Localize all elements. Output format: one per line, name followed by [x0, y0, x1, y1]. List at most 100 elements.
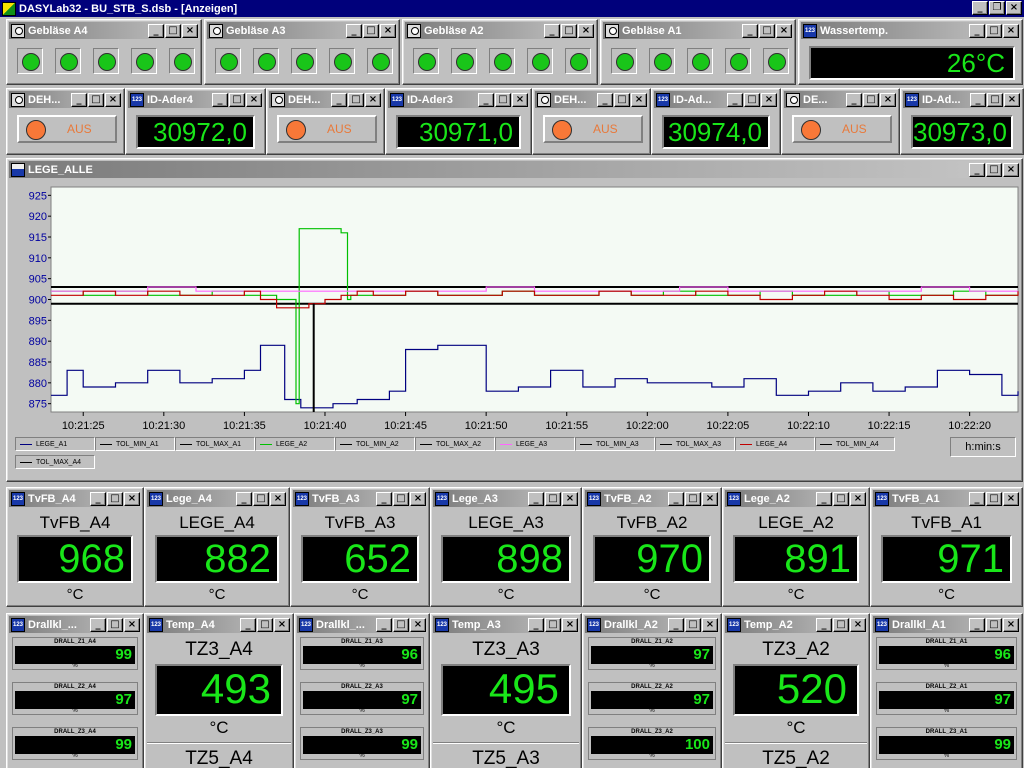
- maximize-button[interactable]: □: [257, 617, 273, 632]
- minimize-button[interactable]: _: [90, 491, 106, 506]
- close-button[interactable]: ×: [578, 23, 594, 38]
- drall-window-5[interactable]: Drallkl_A2_□×DRALL_Z1_A297%DRALL_Z2_A297…: [582, 613, 722, 768]
- module-icon[interactable]: [435, 491, 449, 506]
- id-ader-window-4-titlebar[interactable]: ID-Ader3 _□×: [388, 91, 529, 108]
- deh-status-button[interactable]: AUS: [17, 115, 117, 143]
- minimize-button[interactable]: _: [71, 92, 87, 107]
- water-temp-window[interactable]: Wassertemp. _□× 26°C: [798, 19, 1023, 85]
- close-button[interactable]: ×: [365, 92, 381, 107]
- legend-entry[interactable]: LEGE_A1: [15, 437, 95, 451]
- maximize-button[interactable]: □: [986, 617, 1002, 632]
- maximize-button[interactable]: □: [561, 23, 577, 38]
- minimize-button[interactable]: _: [331, 92, 347, 107]
- deh-window-1[interactable]: DEH... _ □ × AUS: [6, 88, 125, 155]
- close-button[interactable]: ×: [631, 92, 647, 107]
- trend-chart[interactable]: 925 920 915 910 905 900 895 890 885 880 875 10:21:2…: [9, 179, 1022, 429]
- value-window-tvfb_a3-titlebar[interactable]: TvFB_A3 _□×: [293, 490, 427, 507]
- module-icon[interactable]: [727, 491, 741, 506]
- close-button[interactable]: ×: [1003, 491, 1019, 506]
- deh-window-7-titlebar[interactable]: DE... _ □ ×: [784, 91, 897, 108]
- id-ader-window-2[interactable]: ID-Ader4 _□× 30972,0: [125, 88, 266, 155]
- module-icon[interactable]: [803, 23, 817, 38]
- maximize-button[interactable]: □: [685, 491, 701, 506]
- deh-status-button[interactable]: AUS: [277, 115, 377, 143]
- deh-window-1-titlebar[interactable]: DEH... _ □ ×: [9, 91, 122, 108]
- maximize-button[interactable]: □: [229, 92, 245, 107]
- module-icon[interactable]: [11, 92, 25, 107]
- minimize-button[interactable]: _: [240, 617, 256, 632]
- blower-window-2[interactable]: Gebläse A3 _ □ ×: [204, 19, 400, 85]
- temp-window-2[interactable]: Temp_A4 _□× TZ3_A4 493 °C TZ5_A4: [144, 613, 294, 768]
- maximize-button[interactable]: □: [986, 23, 1002, 38]
- close-button[interactable]: ×: [702, 617, 718, 632]
- module-icon[interactable]: [656, 92, 670, 107]
- id-ader-window-6-titlebar[interactable]: ID-Ad... _□×: [654, 91, 778, 108]
- close-button[interactable]: ×: [105, 92, 121, 107]
- maximize-button[interactable]: □: [165, 23, 181, 38]
- close-button[interactable]: ×: [1003, 23, 1019, 38]
- legend-entry[interactable]: TOL_MIN_A4: [815, 437, 895, 451]
- legend-entry[interactable]: TOL_MAX_A1: [175, 437, 255, 451]
- value-window-lege_a2[interactable]: Lege_A2 _□× LEGE_A2 891 °C: [722, 487, 870, 607]
- close-button[interactable]: ×: [562, 491, 578, 506]
- id-ader-window-8-titlebar[interactable]: ID-Ad... _□×: [903, 91, 1021, 108]
- deh-window-7[interactable]: DE... _ □ × AUS: [781, 88, 900, 155]
- minimize-button[interactable]: _: [816, 617, 832, 632]
- blower-window-3[interactable]: Gebläse A2 _ □ ×: [402, 19, 598, 85]
- temp-window-6-titlebar[interactable]: Temp_A2 _□×: [725, 616, 867, 633]
- module-icon[interactable]: [390, 92, 404, 107]
- app-close-button[interactable]: ×: [1006, 1, 1022, 15]
- legend-entry[interactable]: TOL_MAX_A4: [15, 455, 95, 469]
- id-ader-window-8[interactable]: ID-Ad... _□× 30973,0: [900, 88, 1024, 155]
- minimize-button[interactable]: _: [597, 92, 613, 107]
- close-button[interactable]: ×: [1004, 92, 1020, 107]
- close-button[interactable]: ×: [410, 617, 426, 632]
- minimize-button[interactable]: _: [668, 617, 684, 632]
- close-button[interactable]: ×: [124, 617, 140, 632]
- minimize-button[interactable]: _: [816, 491, 832, 506]
- close-button[interactable]: ×: [182, 23, 198, 38]
- drall-window-1[interactable]: Drallkl_..._□×DRALL_Z1_A499%DRALL_Z2_A49…: [6, 613, 144, 768]
- close-button[interactable]: ×: [246, 92, 262, 107]
- minimize-button[interactable]: _: [346, 23, 362, 38]
- blower-window-1[interactable]: Gebläse A4 _ □ ×: [6, 19, 202, 85]
- app-title-bar[interactable]: DASYLab32 - BU_STB_S.dsb - [Anzeigen] _ …: [0, 0, 1024, 17]
- minimize-button[interactable]: _: [969, 491, 985, 506]
- id-ader-window-2-titlebar[interactable]: ID-Ader4 _□×: [128, 91, 263, 108]
- maximize-button[interactable]: □: [863, 92, 879, 107]
- legend-entry[interactable]: TOL_MIN_A2: [335, 437, 415, 451]
- deh-window-3-titlebar[interactable]: DEH... _ □ ×: [269, 91, 382, 108]
- minimize-button[interactable]: _: [90, 617, 106, 632]
- chart-window-titlebar[interactable]: LEGE_ALLE _ □ ×: [9, 161, 1020, 178]
- value-window-lege_a4[interactable]: Lege_A4 _□× LEGE_A4 882 °C: [144, 487, 290, 607]
- blower-window-1-titlebar[interactable]: Gebläse A4 _ □ ×: [9, 22, 199, 39]
- minimize-button[interactable]: _: [727, 92, 743, 107]
- value-window-tvfb_a2-titlebar[interactable]: TvFB_A2 _□×: [585, 490, 719, 507]
- minimize-button[interactable]: _: [969, 162, 985, 177]
- module-icon[interactable]: [587, 617, 601, 632]
- legend-entry[interactable]: TOL_MAX_A2: [415, 437, 495, 451]
- maximize-button[interactable]: □: [986, 491, 1002, 506]
- id-ader-window-4[interactable]: ID-Ader3 _□× 30971,0: [385, 88, 532, 155]
- close-button[interactable]: ×: [124, 491, 140, 506]
- id-ader-window-6[interactable]: ID-Ad... _□× 30974,0: [651, 88, 781, 155]
- minimize-button[interactable]: _: [478, 92, 494, 107]
- blower-window-3-titlebar[interactable]: Gebläse A2 _ □ ×: [405, 22, 595, 39]
- maximize-button[interactable]: □: [545, 491, 561, 506]
- module-icon[interactable]: [295, 491, 309, 506]
- maximize-button[interactable]: □: [393, 617, 409, 632]
- maximize-button[interactable]: □: [495, 92, 511, 107]
- maximize-button[interactable]: □: [253, 491, 269, 506]
- close-button[interactable]: ×: [410, 491, 426, 506]
- value-window-tvfb_a1[interactable]: TvFB_A1 _□× TvFB_A1 971 °C: [870, 487, 1023, 607]
- close-button[interactable]: ×: [776, 23, 792, 38]
- minimize-button[interactable]: _: [969, 23, 985, 38]
- close-button[interactable]: ×: [1003, 617, 1019, 632]
- legend-entry[interactable]: LEGE_A3: [495, 437, 575, 451]
- minimize-button[interactable]: _: [668, 491, 684, 506]
- maximize-button[interactable]: □: [986, 162, 1002, 177]
- water-temp-window-titlebar[interactable]: Wassertemp. _□×: [801, 22, 1020, 39]
- minimize-button[interactable]: _: [376, 491, 392, 506]
- deh-status-button[interactable]: AUS: [792, 115, 892, 143]
- value-window-lege_a2-titlebar[interactable]: Lege_A2 _□×: [725, 490, 867, 507]
